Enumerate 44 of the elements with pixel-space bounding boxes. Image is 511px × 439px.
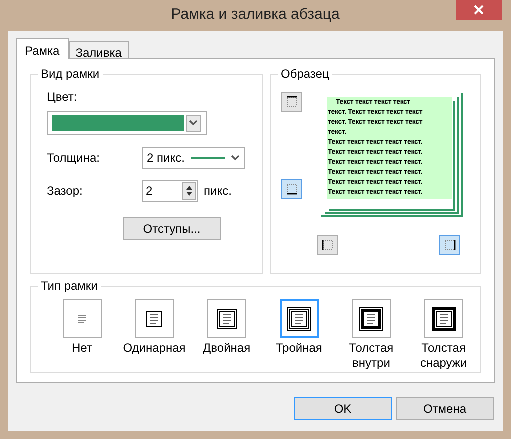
border-top-button[interactable] <box>281 92 302 112</box>
dialog-button[interactable]: Отмена <box>396 397 494 420</box>
border-side-icon <box>320 237 336 253</box>
indents-button[interactable]: Отступы... <box>123 217 221 240</box>
window-title: Рамка и заливка абзаца <box>171 5 340 26</box>
option-label[interactable]: Одинарная <box>119 341 190 356</box>
frame-type-option[interactable] <box>352 299 391 338</box>
tab[interactable]: Рамка <box>16 38 69 59</box>
field-label: Толщина: <box>47 150 102 167</box>
frame-type-option[interactable] <box>424 299 464 338</box>
field-label: Зазор: <box>47 183 84 200</box>
spinbox-value: 2 <box>146 183 154 200</box>
frame-style-icon <box>432 306 456 330</box>
tab[interactable]: Заливка <box>68 41 129 59</box>
unit-label: пикс. <box>204 183 232 200</box>
border-left-button[interactable] <box>317 235 338 255</box>
chevron-down-icon <box>231 155 240 161</box>
option-label[interactable]: Тройная <box>264 341 334 356</box>
field-label: Цвет: <box>47 89 78 106</box>
frame-type-option[interactable] <box>134 299 174 338</box>
group-label: Образец <box>278 66 332 82</box>
option-label[interactable]: Двойная <box>192 341 262 356</box>
border-right-button[interactable] <box>439 235 460 255</box>
frame-style-icon <box>78 314 87 323</box>
border-bottom-button[interactable] <box>281 179 302 199</box>
chevron-down-icon <box>189 120 198 126</box>
line-sample <box>190 157 225 159</box>
frame-type-option[interactable] <box>207 299 246 338</box>
frame-type-option[interactable] <box>280 299 319 338</box>
thickness-dropdown[interactable]: 2 пикс. <box>142 147 245 169</box>
close-button[interactable] <box>456 0 502 20</box>
option-label[interactable]: Нет <box>47 341 118 356</box>
dropdown-value: 2 пикс. <box>147 150 185 167</box>
dialog-button[interactable]: OK <box>294 397 392 420</box>
option-label[interactable]: Толстая снаружи <box>408 341 479 371</box>
frame-style-icon <box>216 308 237 328</box>
spin-arrows-icon[interactable] <box>186 185 192 197</box>
option-label[interactable]: Толстая внутри <box>336 341 406 371</box>
frame-style-icon <box>359 306 384 330</box>
gap-spinbox[interactable]: 2 <box>142 180 198 202</box>
frame-style-icon <box>146 310 162 326</box>
close-icon <box>474 5 484 15</box>
color-dropdown[interactable] <box>47 111 207 135</box>
frame-style-icon <box>287 306 312 330</box>
